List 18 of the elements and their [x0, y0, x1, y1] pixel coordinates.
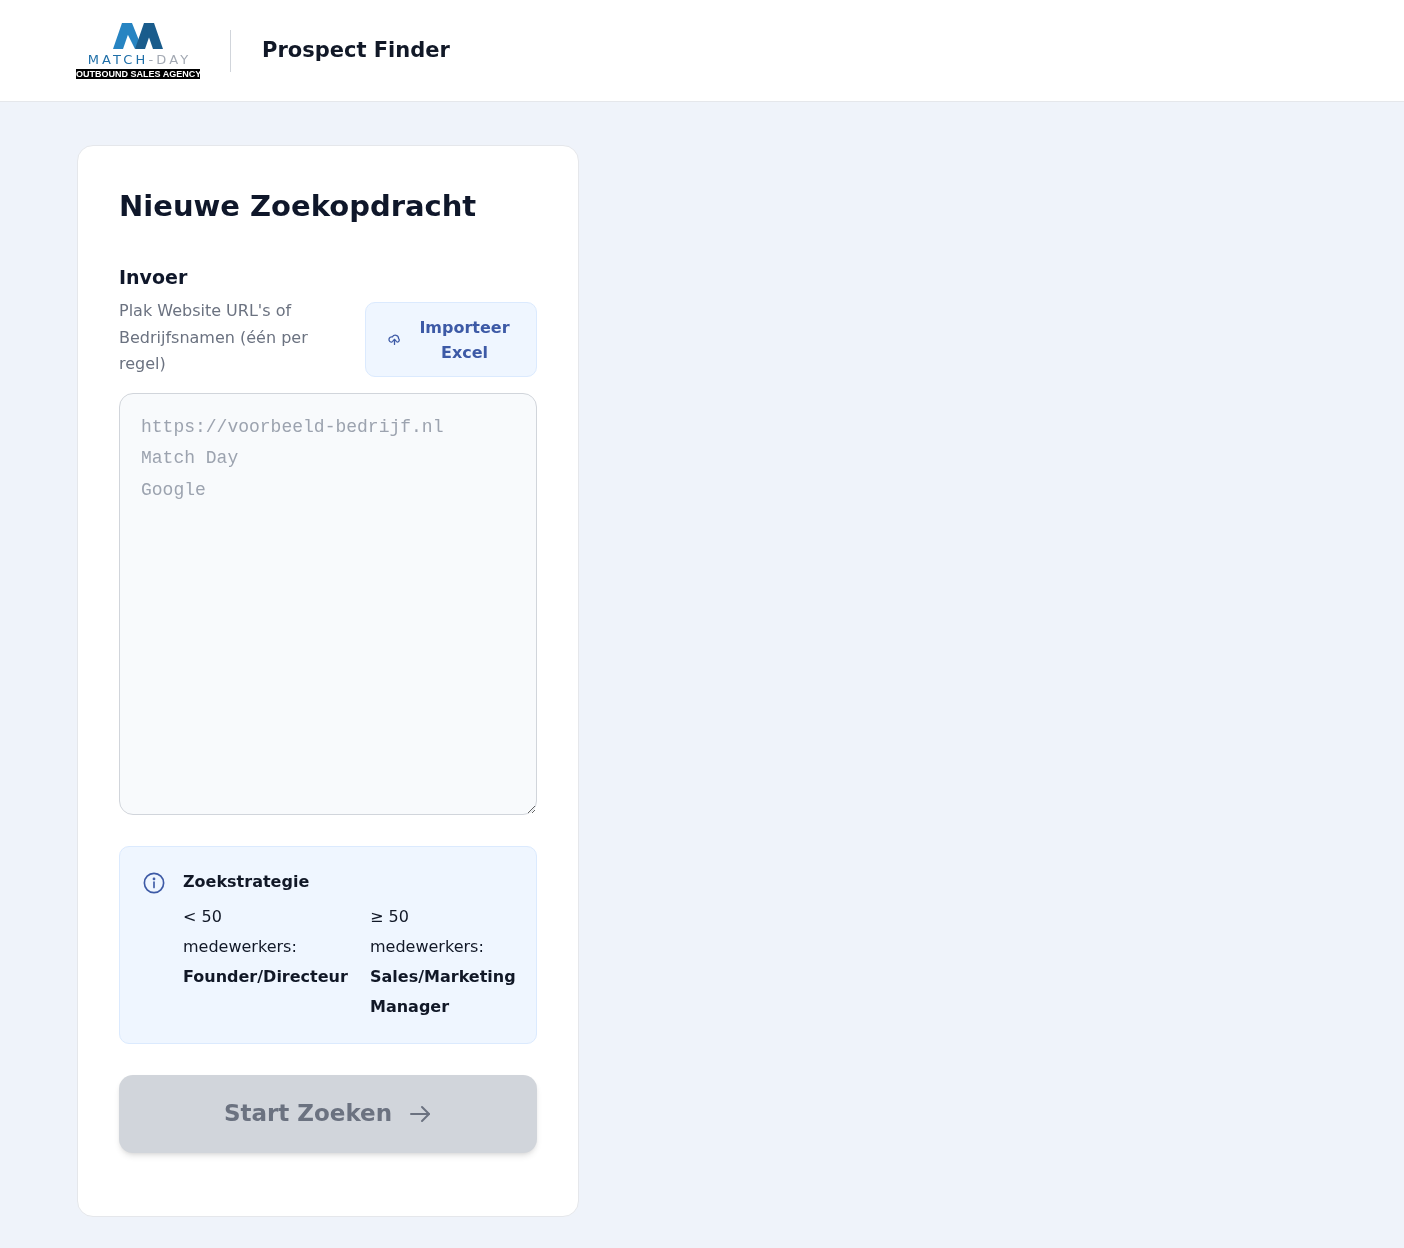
- unit-text: medewerkers:: [183, 935, 298, 958]
- input-label: Invoer: [119, 265, 189, 290]
- form-title: Nieuwe Zoekopdracht: [119, 188, 478, 225]
- logo-wordmark: MATCH-DAY: [86, 52, 192, 67]
- import-excel-button[interactable]: Importeer Excel: [365, 302, 537, 377]
- app-title: Prospect Finder: [262, 36, 450, 64]
- unit-text: medewerkers:: [370, 935, 485, 958]
- logo-tagline: OUTBOUND SALES AGENCY: [76, 68, 200, 79]
- info-icon: [143, 871, 165, 894]
- role-text: Founder/Directeur: [183, 965, 349, 988]
- role-text: Sales/Marketing Manager: [370, 965, 517, 1018]
- strategy-title: Zoekstrategie: [183, 870, 311, 893]
- threshold-text: < 50: [183, 905, 223, 928]
- peaks-logo-icon: [113, 22, 163, 49]
- cloud-upload-icon: [387, 333, 401, 346]
- threshold-text: ≥ 50: [370, 905, 410, 928]
- input-textarea[interactable]: https://voorbeeld-bedrijf.nl Match Day Google: [119, 392, 537, 815]
- input-hint: Plak Website URL's of Bedrijfsnamen (één per regel): [119, 300, 309, 375]
